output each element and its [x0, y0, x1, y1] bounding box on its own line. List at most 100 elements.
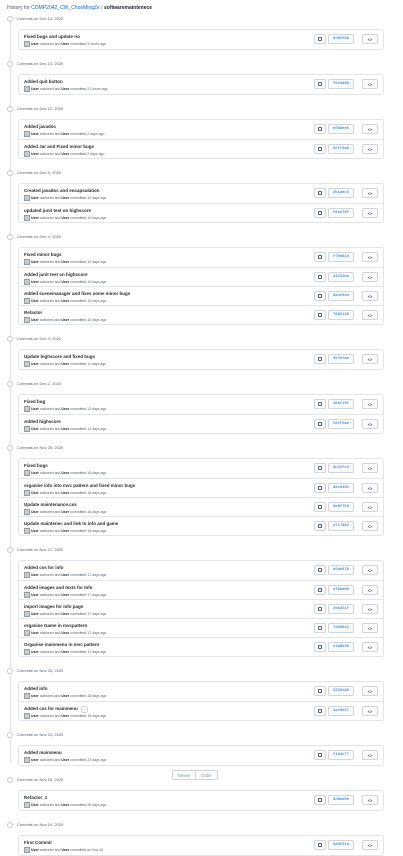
- author-name[interactable]: User: [31, 132, 39, 136]
- committer-name[interactable]: User: [61, 803, 69, 807]
- copy-sha-button[interactable]: [314, 291, 326, 301]
- committer-name[interactable]: User: [61, 758, 69, 762]
- copy-sha-button[interactable]: [314, 750, 326, 760]
- copy-sha-button[interactable]: [314, 585, 326, 595]
- commit-title-link[interactable]: Added junit test on highscore: [24, 272, 88, 277]
- commit-title-link[interactable]: Added highscore: [24, 419, 61, 424]
- commit-sha-link[interactable]: 4af6b47: [328, 706, 354, 716]
- commit-title-link[interactable]: First Commit: [24, 840, 52, 845]
- committer-name[interactable]: User: [61, 196, 69, 200]
- copy-sha-button[interactable]: [314, 124, 326, 134]
- commit-sha-link[interactable]: 3e7bfae: [328, 354, 354, 364]
- commit-title-link[interactable]: Refactor: [24, 310, 42, 315]
- commit-title-link[interactable]: Added info: [24, 686, 48, 691]
- commit-sha-link[interactable]: 9b32fcd: [328, 463, 354, 473]
- commit-title-link[interactable]: Fixed bugs and update rio: [24, 34, 80, 39]
- copy-sha-button[interactable]: [314, 642, 326, 652]
- commit-sha-link[interactable]: 2db251f: [328, 604, 354, 614]
- browse-repo-button[interactable]: <>: [362, 124, 378, 134]
- committer-name[interactable]: User: [61, 848, 69, 852]
- commit-title-link[interactable]: Fixed minor bugs: [24, 252, 62, 257]
- browse-repo-button[interactable]: <>: [362, 144, 378, 154]
- author-name[interactable]: User: [31, 848, 39, 852]
- committer-name[interactable]: User: [61, 491, 69, 495]
- author-name[interactable]: User: [31, 529, 39, 533]
- browse-repo-button[interactable]: <>: [362, 291, 378, 301]
- commit-sha-link[interactable]: e1a6b46: [328, 642, 354, 652]
- browse-repo-button[interactable]: <>: [362, 79, 378, 89]
- commit-sha-link[interactable]: df9be68: [328, 585, 354, 595]
- copy-sha-button[interactable]: [314, 354, 326, 364]
- commit-sha-link[interactable]: d4342be: [328, 272, 354, 282]
- commit-title-link[interactable]: updated junit test on highscore: [24, 208, 91, 213]
- commit-title-link[interactable]: organise info into mvc pattern and fixed…: [24, 483, 135, 488]
- browse-repo-button[interactable]: <>: [362, 795, 378, 805]
- author-name[interactable]: User: [31, 593, 39, 597]
- committer-name[interactable]: User: [61, 362, 69, 366]
- committer-name[interactable]: User: [61, 573, 69, 577]
- author-name[interactable]: User: [31, 510, 39, 514]
- commit-title-link[interactable]: Added Jar and Fixed minor bugs: [24, 144, 94, 149]
- author-name[interactable]: User: [31, 87, 39, 91]
- commit-title-link[interactable]: Organise mainmenu in mvc pattern: [24, 642, 99, 647]
- commit-sha-link[interactable]: 6cff2a6: [328, 144, 354, 154]
- copy-sha-button[interactable]: [314, 272, 326, 282]
- author-name[interactable]: User: [31, 407, 39, 411]
- committer-name[interactable]: User: [61, 510, 69, 514]
- copy-sha-button[interactable]: [314, 144, 326, 154]
- commit-sha-link[interactable]: 9d8bd0e: [328, 795, 354, 805]
- commit-sha-link[interactable]: f70d62d: [328, 252, 354, 262]
- author-name[interactable]: User: [31, 196, 39, 200]
- commit-sha-link[interactable]: 8a4f68d: [328, 291, 354, 301]
- committer-name[interactable]: User: [61, 216, 69, 220]
- newer-button[interactable]: Newer: [172, 770, 196, 780]
- commit-title-link[interactable]: Fixed bugs: [24, 463, 48, 468]
- commit-sha-link[interactable]: 58ff5ae: [328, 419, 354, 429]
- committer-name[interactable]: User: [61, 714, 69, 718]
- commit-sha-link[interactable]: 6d8f58b: [328, 34, 354, 44]
- committer-name[interactable]: User: [61, 299, 69, 303]
- copy-sha-button[interactable]: [314, 565, 326, 575]
- committer-name[interactable]: User: [61, 152, 69, 156]
- committer-name[interactable]: User: [61, 612, 69, 616]
- copy-sha-button[interactable]: [314, 623, 326, 633]
- browse-repo-button[interactable]: <>: [362, 585, 378, 595]
- author-name[interactable]: User: [31, 471, 39, 475]
- browse-repo-button[interactable]: <>: [362, 565, 378, 575]
- author-name[interactable]: User: [31, 491, 39, 495]
- browse-repo-button[interactable]: <>: [362, 750, 378, 760]
- committer-name[interactable]: User: [61, 87, 69, 91]
- commit-title-link[interactable]: Refactor_1: [24, 795, 47, 800]
- copy-sha-button[interactable]: [314, 795, 326, 805]
- browse-repo-button[interactable]: <>: [362, 208, 378, 218]
- copy-sha-button[interactable]: [314, 521, 326, 531]
- author-name[interactable]: User: [31, 299, 39, 303]
- copy-sha-button[interactable]: [314, 188, 326, 198]
- committer-name[interactable]: User: [61, 427, 69, 431]
- copy-sha-button[interactable]: [314, 483, 326, 493]
- copy-sha-button[interactable]: [314, 840, 326, 850]
- author-name[interactable]: User: [31, 318, 39, 322]
- copy-sha-button[interactable]: [314, 419, 326, 429]
- author-name[interactable]: User: [31, 427, 39, 431]
- commit-title-link[interactable]: Added quit button: [24, 79, 63, 84]
- commit-sha-link[interactable]: 2b1aec3: [328, 188, 354, 198]
- committer-name[interactable]: User: [61, 471, 69, 475]
- author-name[interactable]: User: [31, 758, 39, 762]
- browse-repo-button[interactable]: <>: [362, 188, 378, 198]
- author-name[interactable]: User: [31, 803, 39, 807]
- author-name[interactable]: User: [31, 694, 39, 698]
- browse-repo-button[interactable]: <>: [362, 623, 378, 633]
- commit-sha-link[interactable]: b5eb878: [328, 565, 354, 575]
- committer-name[interactable]: User: [61, 650, 69, 654]
- commit-title-link[interactable]: Update highscore and fixed bugs: [24, 354, 95, 359]
- browse-repo-button[interactable]: <>: [362, 272, 378, 282]
- browse-repo-button[interactable]: <>: [362, 604, 378, 614]
- author-name[interactable]: User: [31, 152, 39, 156]
- commit-sha-link[interactable]: d6c9485: [328, 483, 354, 493]
- author-name[interactable]: User: [31, 650, 39, 654]
- committer-name[interactable]: User: [61, 132, 69, 136]
- commit-title-link[interactable]: organise Game in mvcpattern: [24, 623, 87, 628]
- copy-sha-button[interactable]: [314, 502, 326, 512]
- commit-title-link[interactable]: Created javadoc and encapsulation: [24, 188, 100, 193]
